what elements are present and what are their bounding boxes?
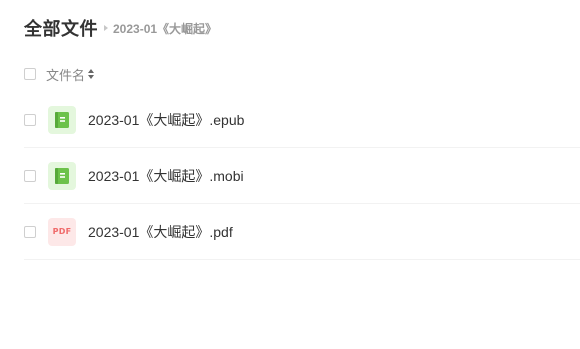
header: 全部文件 2023-01《大崛起》 [24,14,217,42]
page-title[interactable]: 全部文件 [24,15,98,41]
file-row-checkbox[interactable] [24,169,36,182]
file-list: 文件名 2023-01《大崛起》.epub 2023-01《大崛起》.mobi … [24,56,580,260]
file-name[interactable]: 2023-01《大崛起》.mobi [88,166,244,186]
column-header-filename[interactable]: 文件名 [46,65,95,84]
file-name[interactable]: 2023-01《大崛起》.epub [88,110,244,130]
file-row[interactable]: 2023-01《大崛起》.epub [24,92,580,148]
file-row[interactable]: PDF 2023-01《大崛起》.pdf [24,204,580,260]
pdf-icon-label: PDF [52,227,72,236]
book-icon [48,161,76,190]
pdf-icon: PDF [48,217,76,246]
select-all-checkbox[interactable] [24,68,36,80]
breadcrumb-separator-icon [104,25,108,31]
file-row-checkbox[interactable] [24,113,36,126]
column-header-filename-label: 文件名 [46,67,86,83]
sort-icon[interactable] [88,69,95,79]
breadcrumb-current-folder: 2023-01《大崛起》 [113,21,218,36]
book-icon [48,105,76,134]
file-list-header: 文件名 [24,56,580,92]
file-row[interactable]: 2023-01《大崛起》.mobi [24,148,580,204]
file-browser: 全部文件 2023-01《大崛起》 文件名 2023-01《大崛起》.epub … [0,0,580,349]
file-name[interactable]: 2023-01《大崛起》.pdf [88,222,233,242]
file-row-checkbox[interactable] [24,225,36,238]
